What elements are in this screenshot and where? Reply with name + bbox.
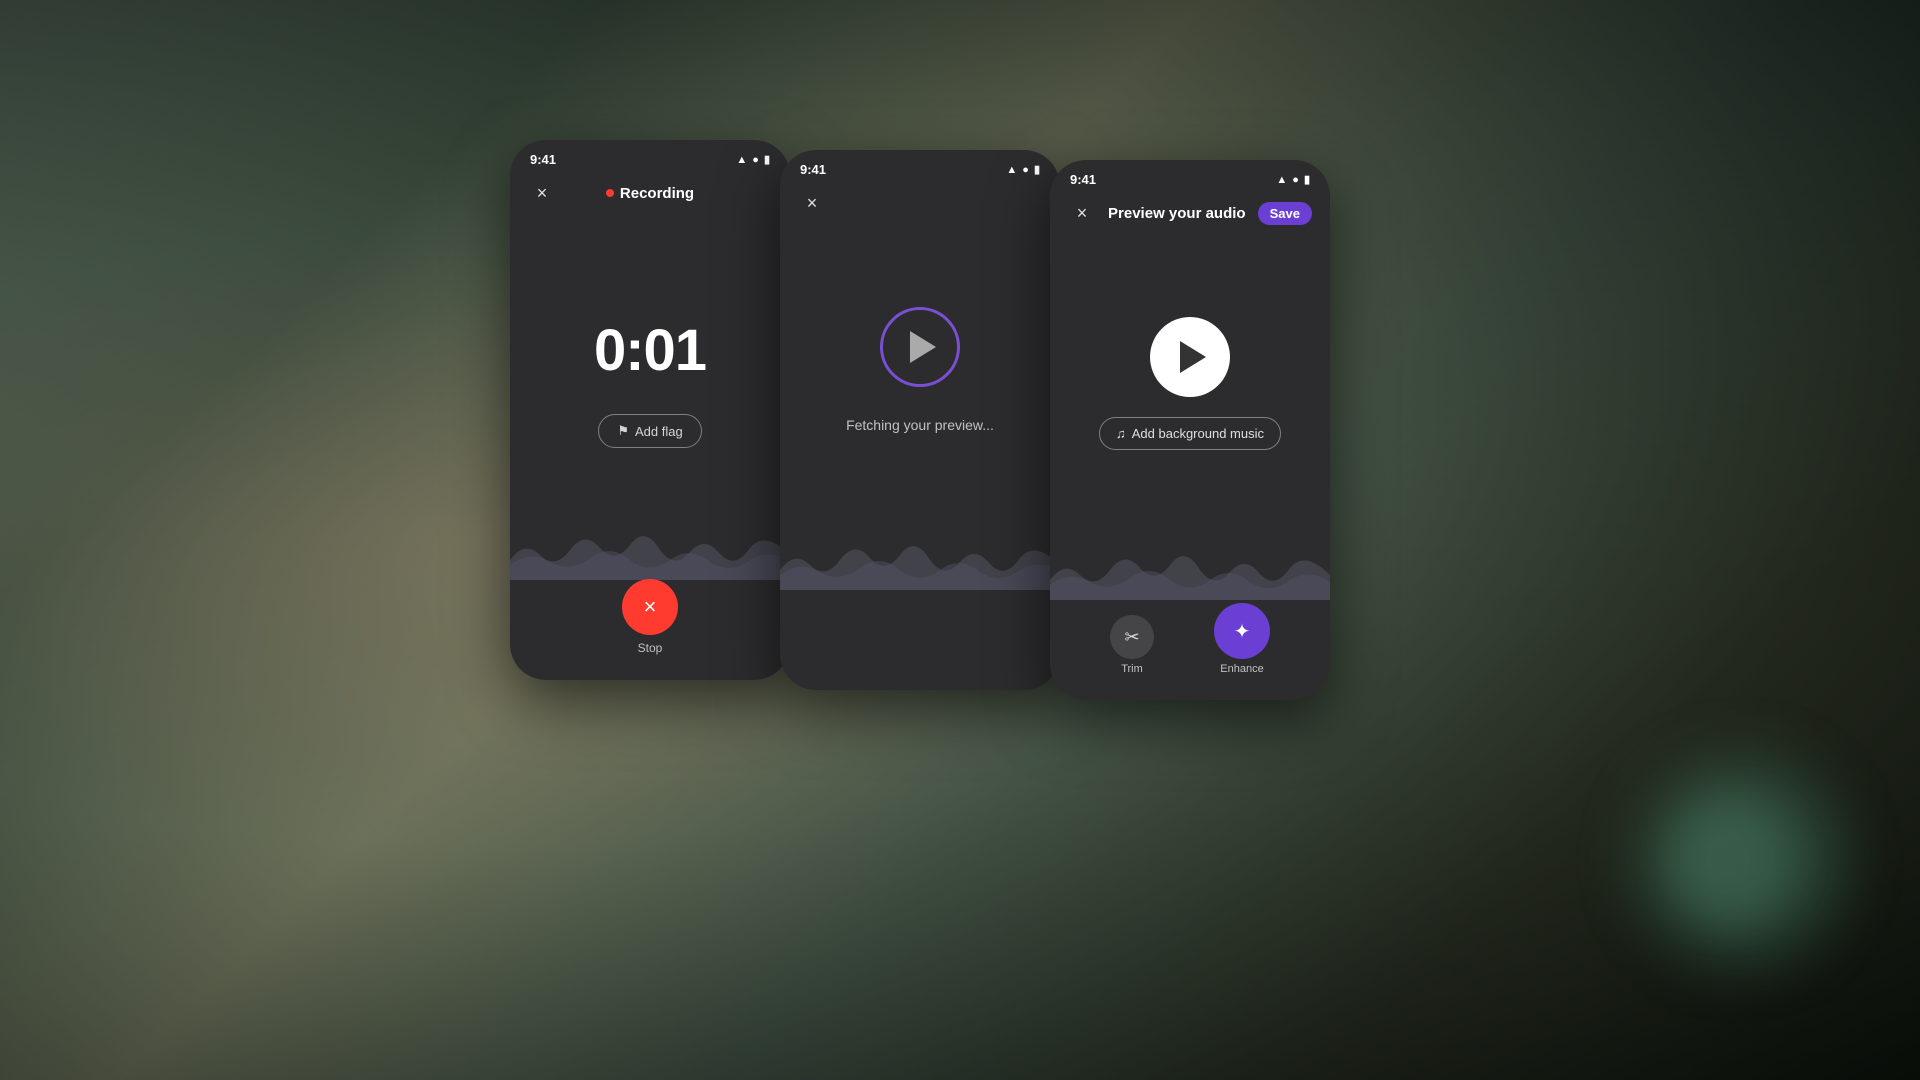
status-icons-1: ▲ ● ▮ xyxy=(736,153,770,166)
signal-icon-3: ▲ xyxy=(1276,174,1287,186)
phone3-header: × Preview your audio Save xyxy=(1050,191,1330,237)
status-time-1: 9:41 xyxy=(530,152,556,167)
add-flag-button[interactable]: ⚑ Add flag xyxy=(598,414,701,448)
status-icons-3: ▲ ● ▮ xyxy=(1276,173,1310,186)
play-button-preview[interactable] xyxy=(1150,317,1230,397)
close-button-3[interactable]: × xyxy=(1068,199,1096,227)
phone-recording: 9:41 ▲ ● ▮ × Recording 0:01 ⚑ Add xyxy=(510,140,790,680)
phone1-header: × Recording xyxy=(510,171,790,217)
battery-icon-1: ▮ xyxy=(764,153,770,166)
signal-icon-1: ▲ xyxy=(736,154,747,166)
status-bar-1: 9:41 ▲ ● ▮ xyxy=(510,140,790,171)
stop-button[interactable]: × xyxy=(622,579,678,635)
wifi-icon-1: ● xyxy=(752,154,759,166)
phone2-header: × xyxy=(780,181,1060,227)
enhance-icon-bg: ✦ xyxy=(1214,603,1270,659)
music-note-icon: ♫ xyxy=(1116,426,1126,441)
battery-icon-3: ▮ xyxy=(1304,173,1310,186)
play-icon xyxy=(1180,341,1206,373)
stop-label: Stop xyxy=(638,641,663,655)
recording-timer: 0:01 xyxy=(594,317,706,384)
battery-icon-2: ▮ xyxy=(1034,163,1040,176)
stop-icon: × xyxy=(644,594,657,620)
flag-icon: ⚑ xyxy=(617,423,629,439)
status-bar-3: 9:41 ▲ ● ▮ xyxy=(1050,160,1330,191)
close-button-1[interactable]: × xyxy=(528,179,556,207)
scissors-icon: ✂ xyxy=(1124,627,1139,648)
recording-title: Recording xyxy=(606,185,694,202)
wifi-icon-3: ● xyxy=(1292,174,1299,186)
status-bar-2: 9:41 ▲ ● ▮ xyxy=(780,150,1060,181)
status-icons-2: ▲ ● ▮ xyxy=(1006,163,1040,176)
bottom-toolbar: ✂ Trim ✦ Enhance xyxy=(1050,603,1330,675)
enhance-label: Enhance xyxy=(1220,663,1263,675)
decorative-circle-inner xyxy=(1670,800,1790,920)
trim-icon-bg: ✂ xyxy=(1110,615,1154,659)
stop-button-container: × Stop xyxy=(622,579,678,655)
signal-icon-2: ▲ xyxy=(1006,164,1017,176)
recording-dot xyxy=(606,189,614,197)
trim-label: Trim xyxy=(1121,663,1143,675)
status-time-3: 9:41 xyxy=(1070,172,1096,187)
add-background-music-button[interactable]: ♫ Add background music xyxy=(1099,417,1281,450)
trim-toolbar-item[interactable]: ✂ Trim xyxy=(1110,615,1154,675)
phone-preview: 9:41 ▲ ● ▮ × Preview your audio Save ♫ A… xyxy=(1050,160,1330,700)
play-button-loading[interactable] xyxy=(880,307,960,387)
fetching-text: Fetching your preview... xyxy=(846,417,994,433)
phone-fetching: 9:41 ▲ ● ▮ × Fetching your preview... xyxy=(780,150,1060,690)
wave-visualization-3 xyxy=(1050,530,1330,600)
close-button-2[interactable]: × xyxy=(798,189,826,217)
status-time-2: 9:41 xyxy=(800,162,826,177)
wifi-icon-2: ● xyxy=(1022,164,1029,176)
enhance-toolbar-item[interactable]: ✦ Enhance xyxy=(1214,603,1270,675)
wave-visualization-1 xyxy=(510,510,790,580)
wave-visualization-2 xyxy=(780,520,1060,590)
phones-container: 9:41 ▲ ● ▮ × Recording 0:01 ⚑ Add xyxy=(510,140,1330,700)
save-button[interactable]: Save xyxy=(1258,202,1312,225)
preview-title: Preview your audio xyxy=(1108,205,1246,222)
play-triangle-icon xyxy=(910,331,936,363)
enhance-sparkle-icon: ✦ xyxy=(1234,619,1251,644)
